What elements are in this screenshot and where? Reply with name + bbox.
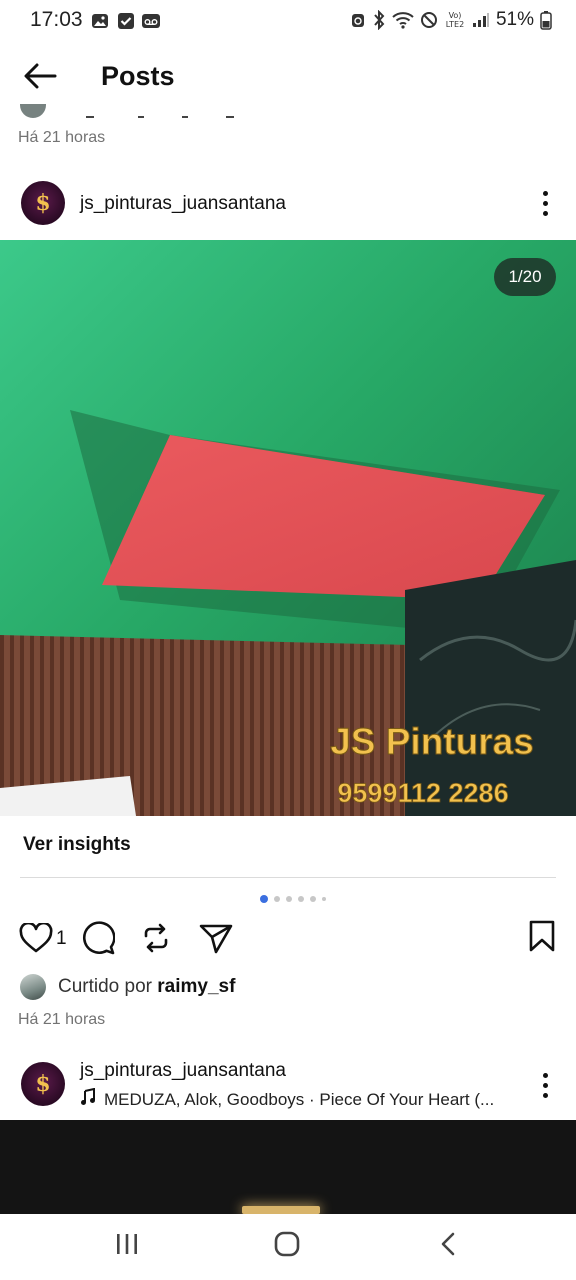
liked-by-row[interactable]: Curtido por raimy_sf [20, 974, 235, 1000]
nav-home-button[interactable] [257, 1226, 317, 1266]
alarm-icon [350, 11, 366, 29]
post-media-image[interactable]: JS Pinturas 9599112 2286 [0, 240, 576, 816]
liked-by-username[interactable]: raimy_sf [157, 976, 235, 997]
like-button[interactable] [18, 921, 54, 958]
media-counter-badge: 1/20 [494, 258, 556, 296]
gallery-icon [91, 12, 109, 30]
svg-text:Vo): Vo) [449, 11, 462, 20]
arrow-left-icon [23, 63, 57, 94]
carousel-dot [310, 896, 316, 902]
bluetooth-icon [372, 10, 386, 30]
post-author-avatar[interactable]: $ [21, 181, 65, 225]
previous-post-caption-fragment [86, 110, 236, 124]
share-button[interactable] [198, 922, 234, 958]
post-action-bar: 1 [18, 920, 558, 960]
next-post-media-light [242, 1206, 320, 1214]
post-more-options-button[interactable] [533, 183, 557, 223]
comment-button[interactable] [80, 920, 116, 960]
signal-icon [472, 12, 490, 28]
battery-label: 51% [495, 9, 534, 30]
battery-icon [540, 10, 552, 30]
next-post-more-options-button[interactable] [533, 1065, 557, 1105]
comment-icon [81, 920, 116, 960]
music-track-label: MEDUZA, Alok, Goodboys · Piece Of Your H… [104, 1089, 495, 1109]
more-vertical-icon [542, 190, 548, 216]
next-post-music[interactable]: MEDUZA, Alok, Goodboys · Piece Of Your H… [80, 1088, 510, 1111]
more-vertical-icon [542, 1072, 548, 1098]
next-post-author-username[interactable]: js_pinturas_juansantana [80, 1060, 286, 1082]
carousel-dot [322, 897, 326, 901]
page-title: Posts [101, 61, 175, 91]
do-not-disturb-icon [420, 11, 438, 29]
liked-by-prefix: Curtido por [58, 976, 152, 997]
carousel-indicator [260, 895, 326, 903]
previous-post-timestamp: Há 21 horas [18, 129, 106, 146]
music-note-icon [80, 1088, 96, 1111]
repost-button[interactable] [138, 922, 174, 958]
volte-icon: Vo) LTE2 [444, 10, 466, 30]
nav-recents-button[interactable] [97, 1226, 157, 1266]
carousel-dot [298, 896, 304, 902]
send-icon [199, 922, 233, 959]
like-count[interactable]: 1 [56, 928, 67, 950]
next-post-author-avatar[interactable]: $ [21, 1062, 65, 1106]
carousel-dot [286, 896, 292, 902]
repost-icon [140, 922, 172, 959]
avatar-logo-glyph: $ [35, 1071, 51, 1097]
app-header [0, 44, 576, 108]
divider [20, 877, 556, 878]
previous-post-avatar [20, 104, 46, 118]
next-post-media[interactable] [0, 1120, 576, 1214]
post-author-username[interactable]: js_pinturas_juansantana [80, 193, 286, 215]
status-time: 17:03 [30, 8, 83, 31]
nav-back-icon [439, 1232, 457, 1261]
wifi-icon [392, 11, 414, 29]
nav-back-button[interactable] [418, 1226, 478, 1266]
liked-by-avatar [20, 974, 46, 1000]
carousel-dot-active [260, 895, 268, 903]
avatar-logo-glyph: $ [35, 190, 51, 216]
overlay-brand-text: JS Pinturas [330, 721, 534, 762]
voicemail-icon [141, 12, 161, 30]
recents-icon [115, 1233, 139, 1260]
carousel-dot [274, 896, 280, 902]
post-timestamp: Há 21 horas [18, 1011, 106, 1028]
home-icon [274, 1231, 300, 1262]
save-button[interactable] [524, 920, 560, 956]
view-insights-link[interactable]: Ver insights [23, 834, 131, 856]
svg-text:LTE2: LTE2 [446, 20, 464, 29]
bookmark-icon [528, 920, 556, 957]
check-box-icon [117, 12, 135, 30]
back-button[interactable] [18, 58, 62, 98]
heart-icon [19, 921, 53, 958]
status-right-group: Vo) LTE2 51% [350, 9, 552, 31]
overlay-phone-text: 9599112 2286 [337, 778, 508, 808]
